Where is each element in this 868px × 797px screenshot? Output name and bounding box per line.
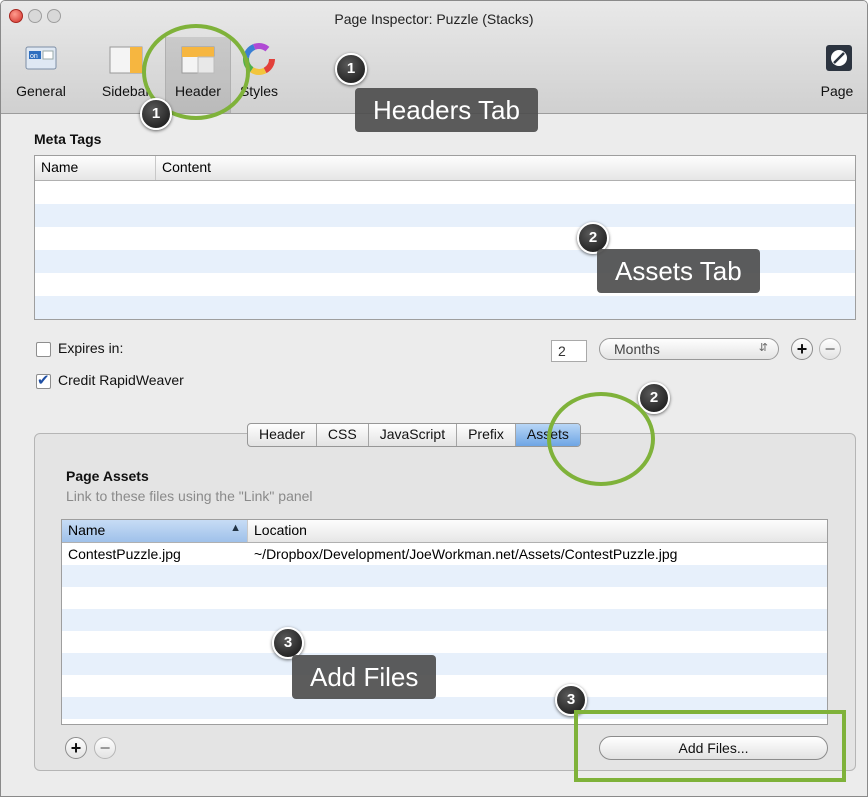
meta-tags-header: Name Content xyxy=(35,156,855,181)
assets-col-name[interactable]: Name ▲ xyxy=(62,520,248,542)
toolbar-page[interactable]: Page xyxy=(809,41,865,99)
step-badge-1b: 1 xyxy=(335,53,367,85)
assets-remove-button[interactable]: − xyxy=(94,737,116,759)
general-icon: on xyxy=(21,41,61,77)
toolbar-general[interactable]: on General xyxy=(3,41,79,99)
tab-bar: Header CSS JavaScript Prefix Assets xyxy=(247,423,581,447)
step-badge-1a: 1 xyxy=(140,98,172,130)
asset-location: ~/Dropbox/Development/JoeWorkman.net/Ass… xyxy=(254,546,678,562)
page-assets-title: Page Assets xyxy=(66,468,149,484)
assets-add-button[interactable]: + xyxy=(65,737,87,759)
chevron-updown-icon: ⇵ xyxy=(758,342,768,354)
page-assets-table[interactable]: Name ▲ Location ContestPuzzle.jpg ~/Drop… xyxy=(61,519,828,725)
expires-value-field[interactable]: 2 xyxy=(551,340,587,362)
table-row[interactable]: ContestPuzzle.jpg ~/Dropbox/Development/… xyxy=(62,543,827,565)
assets-col-name-label: Name xyxy=(68,522,106,538)
assets-col-location[interactable]: Location xyxy=(248,520,827,542)
assets-rows xyxy=(62,543,827,724)
expires-checkbox[interactable] xyxy=(36,342,51,357)
assets-header: Name ▲ Location xyxy=(62,520,827,543)
svg-text:on: on xyxy=(30,53,38,60)
expires-label: Expires in: xyxy=(58,340,124,356)
expires-add-button[interactable]: + xyxy=(791,338,813,360)
meta-tags-table[interactable]: Name Content xyxy=(34,155,856,320)
credit-label: Credit RapidWeaver xyxy=(58,372,184,388)
tab-css[interactable]: CSS xyxy=(317,424,369,446)
sort-ascending-icon: ▲ xyxy=(230,522,241,534)
meta-tags-title: Meta Tags xyxy=(34,131,102,147)
tab-prefix[interactable]: Prefix xyxy=(457,424,516,446)
toolbar-page-label: Page xyxy=(820,83,854,99)
page-assets-subtitle: Link to these files using the "Link" pan… xyxy=(66,488,313,504)
meta-col-content[interactable]: Content xyxy=(156,156,855,180)
tab-javascript[interactable]: JavaScript xyxy=(369,424,458,446)
expires-unit-value: Months xyxy=(614,341,660,357)
page-icon xyxy=(817,41,857,77)
credit-checkbox[interactable] xyxy=(36,371,51,389)
add-files-highlight xyxy=(574,710,846,782)
tab-header[interactable]: Header xyxy=(248,424,317,446)
assets-tab-highlight xyxy=(547,392,655,486)
assets-tab-callout: Assets Tab xyxy=(597,249,760,293)
expires-remove-button[interactable]: − xyxy=(819,338,841,360)
asset-name: ContestPuzzle.jpg xyxy=(68,546,181,562)
meta-col-name[interactable]: Name xyxy=(35,156,156,180)
toolbar-general-label: General xyxy=(16,83,66,99)
headers-tab-callout: Headers Tab xyxy=(355,88,538,132)
sidebar-icon xyxy=(106,41,146,77)
window-title: Page Inspector: Puzzle (Stacks) xyxy=(334,11,534,27)
expires-unit-select[interactable]: Months ⇵ xyxy=(599,338,779,360)
add-files-callout: Add Files xyxy=(292,655,437,699)
